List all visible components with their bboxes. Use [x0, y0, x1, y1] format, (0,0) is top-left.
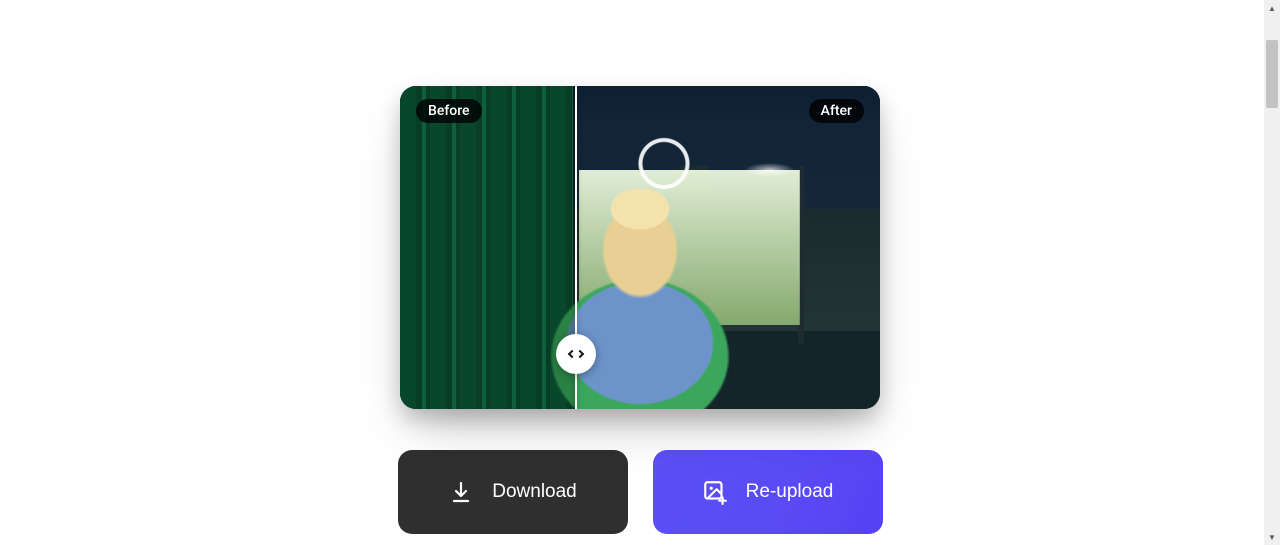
page-content: Before After Download	[0, 0, 1280, 545]
reupload-button-label: Re-upload	[746, 481, 834, 503]
image-plus-icon	[702, 479, 728, 505]
download-button[interactable]: Download	[398, 450, 628, 534]
reupload-button[interactable]: Re-upload	[653, 450, 883, 534]
scrollbar-up-arrow-icon[interactable]: ▲	[1264, 0, 1280, 16]
comparison-slider-handle[interactable]	[556, 334, 596, 374]
scrollbar-down-arrow-icon[interactable]: ▼	[1264, 529, 1280, 545]
scrollbar-thumb[interactable]	[1266, 40, 1278, 108]
chevron-right-icon	[576, 350, 584, 358]
before-after-comparison: Before After	[400, 86, 880, 409]
action-button-row: Download Re-upload	[398, 450, 883, 534]
download-button-label: Download	[492, 481, 577, 503]
download-icon	[448, 479, 474, 505]
vertical-scrollbar[interactable]: ▲ ▼	[1264, 0, 1280, 545]
